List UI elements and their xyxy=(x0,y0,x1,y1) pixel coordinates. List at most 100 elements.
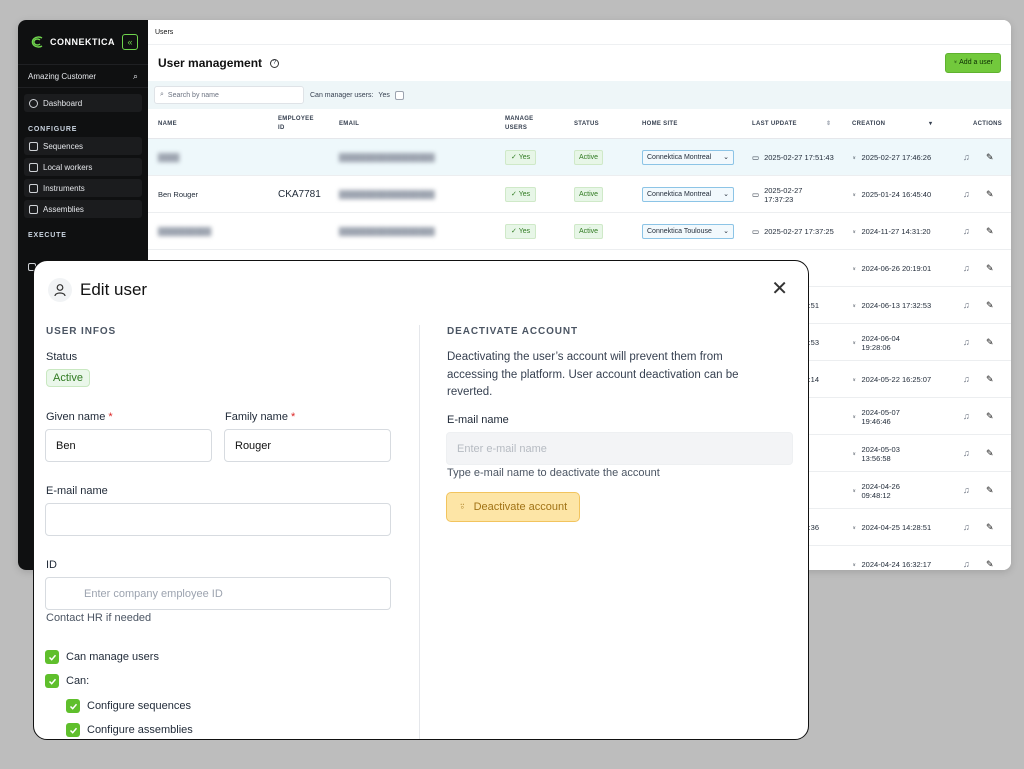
collapse-sidebar-button[interactable]: « xyxy=(122,34,138,50)
configure-assemblies-label: Configure assemblies xyxy=(87,724,193,736)
sidebar-item-label: Local workers xyxy=(43,162,93,172)
configure-sequences-checkbox[interactable] xyxy=(66,699,80,713)
edit-icon[interactable]: ✎ xyxy=(986,472,994,509)
manage-yes-text: Yes xyxy=(518,228,531,235)
table-row[interactable]: Ben Rouger CKA7781 ██████████████████ ✓ … xyxy=(148,176,1011,213)
sidebar-item-label: Dashboard xyxy=(43,98,83,108)
chevron-down-icon: ⌄ xyxy=(723,154,729,161)
bell-icon[interactable]: ♫ xyxy=(963,398,970,435)
breadcrumb[interactable]: Users xyxy=(148,20,1011,45)
bell-icon[interactable]: ♫ xyxy=(963,287,970,324)
given-name-input[interactable]: Ben xyxy=(45,429,212,462)
creation-text: 2024-05-03 13:56:58 xyxy=(861,444,900,463)
edit-icon[interactable]: ✎ xyxy=(986,287,994,324)
search-input[interactable]: ⌕ Search by name xyxy=(154,86,304,104)
col-last-update[interactable]: LAST UPDATE xyxy=(752,109,797,139)
home-site-select[interactable]: Connektica Montreal ⌄ xyxy=(642,187,734,202)
status-badge: Active xyxy=(574,187,604,202)
row-name: Ben Rouger xyxy=(158,190,199,199)
edit-icon[interactable]: ✎ xyxy=(986,139,994,176)
sidebar-item-dashboard[interactable]: Dashboard xyxy=(24,94,142,112)
search-icon[interactable]: ⌕ xyxy=(133,71,138,82)
sort-icon[interactable]: ⇕ xyxy=(826,109,831,139)
given-name-label-text: Given name xyxy=(46,411,106,423)
customer-name: Amazing Customer xyxy=(28,71,97,81)
col-employee-id[interactable]: EMPLOYEE ID xyxy=(278,109,314,139)
bell-icon[interactable]: ♫ xyxy=(963,509,970,546)
customer-selector[interactable]: Amazing Customer ⌕ xyxy=(18,64,148,88)
col-home-site[interactable]: HOME SITE xyxy=(642,109,678,139)
close-icon[interactable]: ✕ xyxy=(771,279,788,299)
user-plus-icon: ⍤ xyxy=(852,264,857,273)
id-input[interactable]: Enter company employee ID xyxy=(45,577,391,610)
edit-icon[interactable]: ✎ xyxy=(986,509,994,546)
bell-icon[interactable]: ♫ xyxy=(963,546,970,570)
bell-icon[interactable]: ♫ xyxy=(963,324,970,361)
col-actions: ACTIONS xyxy=(973,120,1003,127)
can-checkbox[interactable] xyxy=(45,674,59,688)
can-manage-checkbox[interactable] xyxy=(45,650,59,664)
dashboard-icon xyxy=(29,98,38,108)
email-input[interactable] xyxy=(45,503,391,536)
add-user-button[interactable]: ⍤ Add a user xyxy=(945,53,1001,73)
calendar-icon: ▭ xyxy=(752,190,760,199)
deactivate-account-button[interactable]: ⍤ Deactivate account xyxy=(446,492,581,522)
row-employee-id: CKA7781 xyxy=(278,189,321,200)
sidebar-item-local-workers[interactable]: Local workers xyxy=(24,158,142,176)
status-badge: Active xyxy=(574,150,604,165)
edit-icon[interactable]: ✎ xyxy=(986,250,994,287)
user-plus-icon: ⍤ xyxy=(852,338,857,347)
edit-icon[interactable]: ✎ xyxy=(986,361,994,398)
creation-text: 2024-04-25 14:28:51 xyxy=(861,523,932,532)
sort-desc-icon[interactable]: ▾ xyxy=(929,109,932,139)
edit-icon[interactable]: ✎ xyxy=(986,398,994,435)
edit-icon[interactable]: ✎ xyxy=(986,324,994,361)
home-site-select[interactable]: Connektica Toulouse ⌄ xyxy=(642,224,734,239)
table-row[interactable]: ████ ██████████████████ ✓ Yes Active Con… xyxy=(148,139,1011,176)
sidebar-item-instruments[interactable]: Instruments xyxy=(24,179,142,197)
title-bar: User management ? ⍤ Add a user xyxy=(148,45,1011,81)
home-site-select[interactable]: Connektica Montreal ⌄ xyxy=(642,150,734,165)
family-name-label-text: Family name xyxy=(225,411,288,423)
sidebar-item-sequences[interactable]: Sequences xyxy=(24,137,142,155)
configure-assemblies-checkbox[interactable] xyxy=(66,723,80,737)
bell-icon[interactable]: ♫ xyxy=(963,250,970,287)
col-manage-users[interactable]: MANAGE USERS xyxy=(505,109,533,139)
help-icon[interactable]: ? xyxy=(270,58,280,68)
bell-icon[interactable]: ♫ xyxy=(963,139,970,176)
family-name-input[interactable]: Rouger xyxy=(224,429,391,462)
col-manage-line1: MANAGE xyxy=(505,116,534,122)
row-email-blurred: ██████████████████ xyxy=(339,227,435,236)
creation-text: 2024-06-26 20:19:01 xyxy=(861,264,932,273)
bell-icon[interactable]: ♫ xyxy=(963,361,970,398)
table-row[interactable]: ██████████ ██████████████████ ✓ Yes Acti… xyxy=(148,213,1011,250)
bell-icon[interactable]: ♫ xyxy=(963,213,970,250)
bell-icon[interactable]: ♫ xyxy=(963,176,970,213)
bell-icon[interactable]: ♫ xyxy=(963,435,970,472)
col-status[interactable]: STATUS xyxy=(574,109,599,139)
col-email[interactable]: EMAIL xyxy=(339,109,359,139)
manage-users-filter[interactable]: Can manager users: Yes xyxy=(310,90,404,100)
deactivate-hint: Type e-mail name to deactivate the accou… xyxy=(447,467,660,479)
search-icon: ⌕ xyxy=(160,91,164,98)
bell-icon[interactable]: ♫ xyxy=(963,472,970,509)
modal-title: Edit user xyxy=(80,280,148,299)
column-divider xyxy=(419,325,420,739)
user-icon xyxy=(48,278,72,302)
last-update-text: 2025-02-27 17:51:43 xyxy=(764,153,834,162)
status-badge: Active xyxy=(46,369,90,387)
col-creation[interactable]: CREATION xyxy=(852,109,885,139)
edit-icon[interactable]: ✎ xyxy=(986,546,994,570)
edit-icon[interactable]: ✎ xyxy=(986,435,994,472)
home-site-text: Connektica Montreal xyxy=(647,154,712,161)
col-name[interactable]: NAME xyxy=(158,109,177,139)
deactivate-heading: DEACTIVATE ACCOUNT xyxy=(447,326,579,337)
deactivate-email-input[interactable]: Enter e-mail name xyxy=(446,432,793,465)
user-plus-icon: ⍤ xyxy=(852,190,857,199)
sidebar-item-assemblies[interactable]: Assemblies xyxy=(24,200,142,218)
email-label: E-mail name xyxy=(46,485,108,497)
sidebar-item-label: Sequences xyxy=(43,141,84,151)
edit-icon[interactable]: ✎ xyxy=(986,176,994,213)
edit-icon[interactable]: ✎ xyxy=(986,213,994,250)
manage-filter-checkbox[interactable] xyxy=(394,90,404,100)
